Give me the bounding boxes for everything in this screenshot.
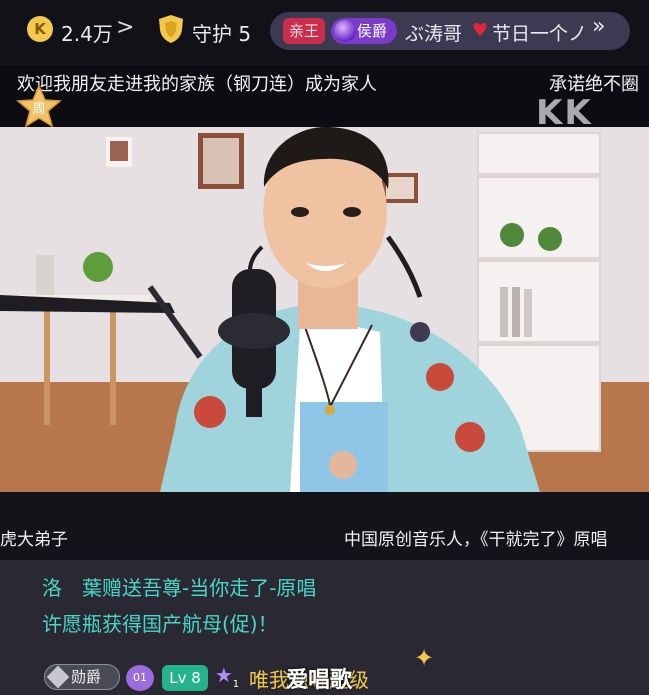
noble-badge-prince: 亲王 <box>283 18 325 44</box>
live-video[interactable] <box>0 127 649 492</box>
fan-badge[interactable]: 01 <box>126 665 154 691</box>
caption-left: 虎大弟子 <box>0 530 68 550</box>
chat-message: 洛 葉赠送吾尊-当你走了-原唱 <box>42 576 317 600</box>
level-badge[interactable]: Lv 8 <box>162 665 208 691</box>
coin-icon[interactable]: K <box>27 16 53 42</box>
weekly-star-label: 周 <box>32 102 45 117</box>
weekly-star-icon[interactable]: 周 <box>16 84 62 128</box>
video-frame <box>0 127 649 492</box>
sparkle-icon: ✦ <box>414 644 435 672</box>
coin-count[interactable]: 2.4万 <box>61 18 113 47</box>
gem-icon <box>334 20 356 42</box>
caption-right: 中国原创音乐人，《干就完了》原唱 <box>344 530 608 550</box>
overlay-brand-text: 爱唱歌 <box>286 668 353 693</box>
chat-message: 许愿瓶获得国产航母(促)！ <box>42 612 278 636</box>
double-chevron-icon[interactable]: » <box>592 14 605 39</box>
vip-star-icon[interactable]: ★1 <box>214 663 240 691</box>
guard-count[interactable]: 守护 5 <box>192 18 251 47</box>
chevron-right-icon[interactable]: > <box>116 15 134 40</box>
announcement-text: 欢迎我朋友走进我的家族（钢刀连）成为家人 <box>17 74 377 95</box>
top-fan-tail: 节日一个ノ <box>492 23 588 45</box>
top-fan-name: ぶ涛哥 <box>405 23 463 45</box>
shield-icon[interactable] <box>158 14 184 44</box>
heart-icon: ♥ <box>472 20 489 41</box>
